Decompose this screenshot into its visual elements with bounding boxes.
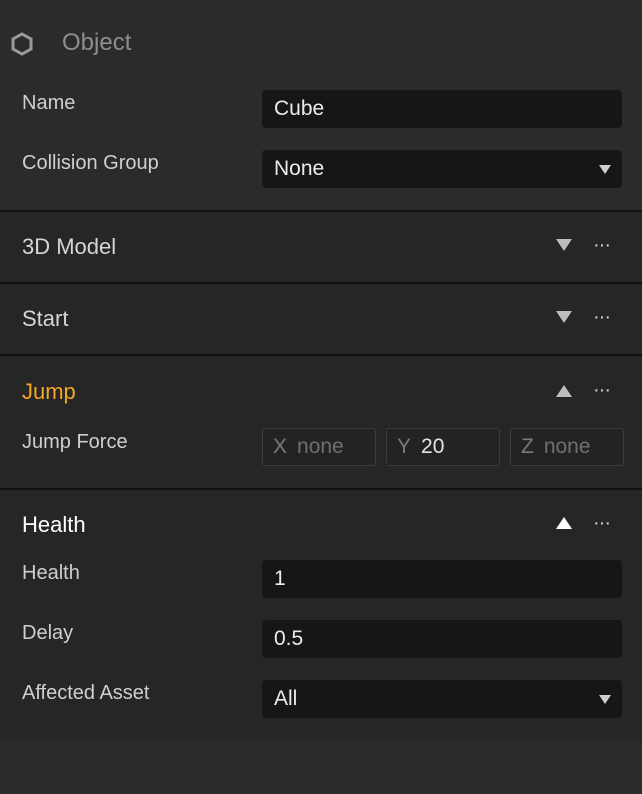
triangle-up-icon[interactable] <box>556 517 572 529</box>
dropdown-arrow-icon <box>599 165 611 174</box>
section-health: Health ··· Health 1 Delay 0.5 Affected A… <box>0 490 642 740</box>
name-input[interactable]: Cube <box>262 90 622 128</box>
affected-asset-label: Affected Asset <box>22 682 150 704</box>
jump-force-label: Jump Force <box>22 431 128 453</box>
section-start[interactable]: Start ··· <box>0 284 642 354</box>
delay-input[interactable]: 0.5 <box>262 620 622 658</box>
y-value: 20 <box>421 435 445 458</box>
z-axis-label: Z <box>521 435 534 458</box>
delay-label: Delay <box>22 622 74 644</box>
affected-asset-select[interactable]: All <box>262 680 622 718</box>
name-value: Cube <box>274 97 325 120</box>
more-dots-icon[interactable]: ··· <box>593 306 611 329</box>
x-value: none <box>297 435 344 458</box>
health-input[interactable]: 1 <box>262 560 622 598</box>
section-jump: Jump ··· Jump Force Xnone Y 20 Znone <box>0 356 642 488</box>
affected-asset-value: All <box>274 687 298 710</box>
jump-force-y-field[interactable]: Y 20 <box>386 428 500 466</box>
more-dots-icon[interactable]: ··· <box>593 512 611 535</box>
section-title-start: Start <box>22 306 69 331</box>
triangle-up-icon[interactable] <box>556 385 572 397</box>
x-axis-label: X <box>273 435 288 458</box>
section-title-health[interactable]: Health <box>22 512 86 538</box>
dropdown-arrow-icon <box>599 695 611 704</box>
object-header: Object <box>62 29 132 56</box>
empty-area <box>0 740 642 794</box>
section-3d-model[interactable]: 3D Model ··· <box>0 212 642 282</box>
delay-value: 0.5 <box>274 627 304 650</box>
section-title-jump[interactable]: Jump <box>22 379 76 405</box>
jump-force-x-field[interactable]: Xnone <box>262 428 376 466</box>
section-title-3d-model: 3D Model <box>22 234 117 259</box>
object-panel: Object Name Cube Collision Group None <box>0 0 642 211</box>
more-dots-icon[interactable]: ··· <box>593 234 611 257</box>
hexagon-icon <box>11 32 33 56</box>
collision-group-select[interactable]: None <box>262 150 622 188</box>
jump-force-z-field[interactable]: Znone <box>510 428 624 466</box>
triangle-down-icon[interactable] <box>556 239 572 251</box>
triangle-down-icon[interactable] <box>556 311 572 323</box>
collision-group-value: None <box>274 157 325 180</box>
z-value: none <box>543 435 591 458</box>
name-label: Name <box>22 92 76 114</box>
collision-group-label: Collision Group <box>22 152 159 174</box>
health-value: 1 <box>274 567 286 590</box>
health-label: Health <box>22 562 80 584</box>
y-axis-label: Y <box>397 435 412 458</box>
more-dots-icon[interactable]: ··· <box>593 379 611 402</box>
